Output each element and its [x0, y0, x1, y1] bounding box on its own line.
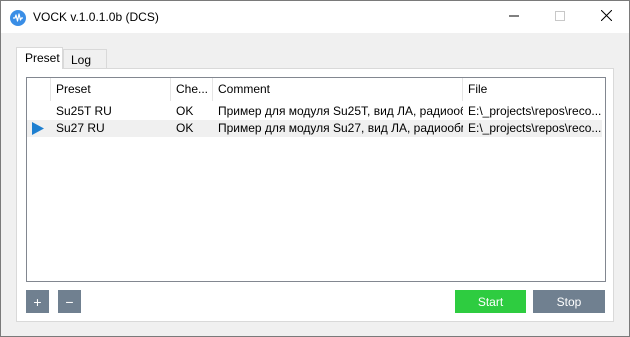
waveform-icon: [10, 10, 26, 26]
title-bar[interactable]: VOCK v.1.0.1.0b (DCS): [1, 1, 629, 33]
cell-check[interactable]: OK: [171, 103, 213, 120]
client-area: Preset Log Preset Che... Comment File Su…: [1, 33, 629, 336]
row-header[interactable]: [27, 120, 51, 137]
cell-file[interactable]: E:\_projects\repos\reco...: [463, 103, 602, 120]
table-row[interactable]: Su27 RU OK Пример для модуля Su27, вид Л…: [27, 120, 602, 137]
app-window: VOCK v.1.0.1.0b (DCS) Preset Log Preset: [0, 0, 630, 337]
row-header[interactable]: [27, 103, 51, 120]
cell-check[interactable]: OK: [171, 120, 213, 137]
minimize-icon: [509, 10, 519, 24]
tab-preset[interactable]: Preset: [16, 47, 63, 69]
column-header-file[interactable]: File: [463, 78, 605, 101]
row-header-column: [27, 78, 51, 101]
column-header-preset[interactable]: Preset: [51, 78, 171, 101]
cell-comment[interactable]: Пример для модуля Su25T, вид ЛА, радиооб…: [213, 103, 463, 120]
table-row[interactable]: Su25T RU OK Пример для модуля Su25T, вид…: [27, 103, 602, 120]
triangle-right-icon: [32, 122, 44, 138]
column-header-check[interactable]: Che...: [171, 78, 213, 101]
window-title: VOCK v.1.0.1.0b (DCS): [33, 10, 159, 24]
cell-preset[interactable]: Su27 RU: [51, 120, 171, 137]
maximize-icon: [555, 10, 565, 24]
remove-preset-button[interactable]: −: [58, 290, 81, 313]
column-header-comment[interactable]: Comment: [213, 78, 463, 101]
tab-log[interactable]: Log: [63, 49, 107, 69]
cell-preset[interactable]: Su25T RU: [51, 103, 171, 120]
add-preset-button[interactable]: +: [26, 290, 49, 313]
start-button[interactable]: Start: [455, 290, 526, 313]
cell-file[interactable]: E:\_projects\repos\reco...: [463, 120, 602, 137]
grid-header: Preset Che... Comment File: [27, 78, 605, 101]
close-button[interactable]: [583, 1, 629, 33]
cell-comment[interactable]: Пример для модуля Su27, вид ЛА, радиообм…: [213, 120, 463, 137]
preset-grid[interactable]: Preset Che... Comment File Su25T RU OK П…: [26, 77, 606, 282]
maximize-button[interactable]: [537, 1, 583, 33]
preset-tab-panel: Preset Che... Comment File Su25T RU OK П…: [16, 68, 614, 322]
stop-button[interactable]: Stop: [533, 290, 605, 313]
close-icon: [600, 9, 612, 24]
minimize-button[interactable]: [491, 1, 537, 33]
